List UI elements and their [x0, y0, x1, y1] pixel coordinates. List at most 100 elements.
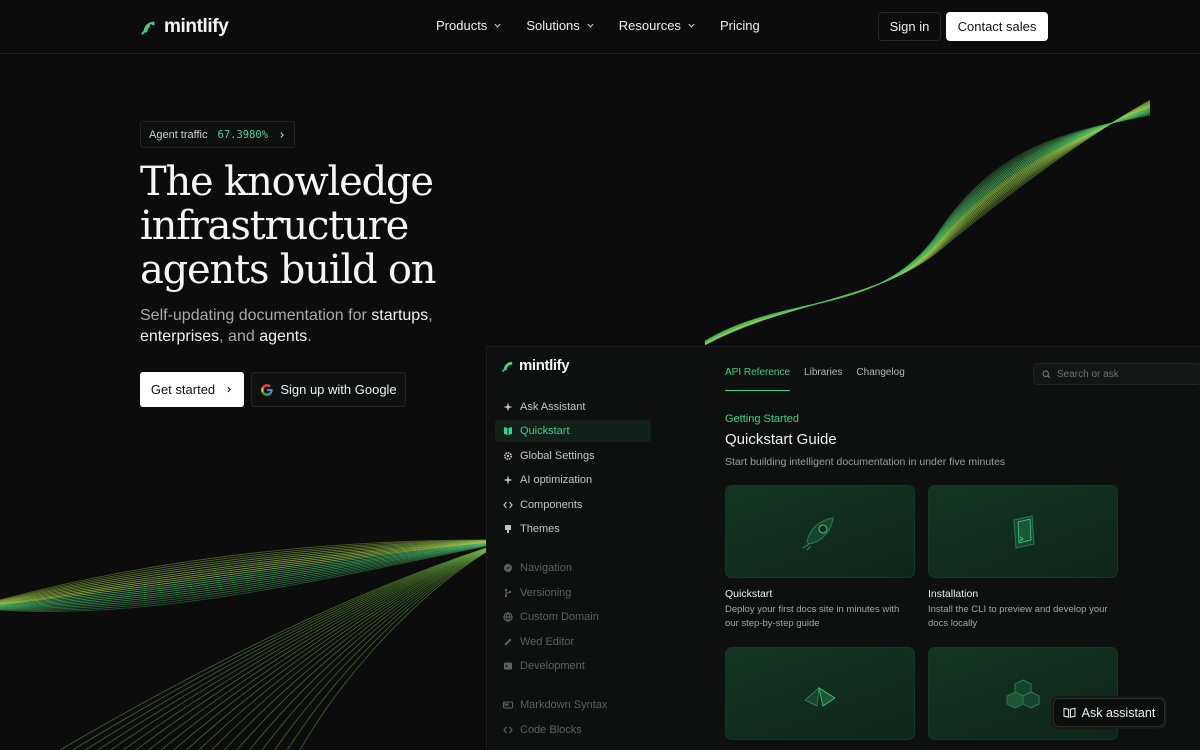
- sidebar-item-quickstart[interactable]: Quickstart: [495, 420, 651, 442]
- sidebar-item-global-settings[interactable]: Global Settings: [495, 445, 651, 467]
- sidebar-item-versioning[interactable]: Versioning: [495, 582, 651, 604]
- sidebar-item-label: Quickstart: [520, 425, 570, 437]
- agent-traffic-pill[interactable]: Agent traffic 67.3980%: [140, 121, 296, 148]
- agent-traffic-value: 67.3980%: [217, 128, 269, 141]
- sidebar-item-label: Markdown Syntax: [520, 699, 608, 711]
- sign-in-button[interactable]: Sign in: [878, 12, 941, 41]
- sidebar-item-components[interactable]: Components: [495, 494, 651, 516]
- ask-assistant-button[interactable]: Ask assistant: [1053, 698, 1165, 727]
- preview-tabs: API Reference Libraries Changelog: [725, 367, 905, 391]
- sidebar-item-custom-domain[interactable]: Custom Domain: [495, 606, 651, 628]
- nav-resources[interactable]: Resources: [619, 18, 696, 33]
- subtitle-startups: startups: [371, 307, 429, 324]
- chevron-down-icon: [688, 23, 695, 28]
- get-started-button[interactable]: Get started: [140, 372, 244, 407]
- top-navigation: mintlify Products Solutions Resources Pr…: [0, 0, 1200, 54]
- sidebar-item-navigation[interactable]: Navigation: [495, 557, 651, 579]
- sidebar-item-label: Custom Domain: [520, 611, 599, 623]
- headline-line-3: agents build on: [140, 247, 437, 293]
- book-icon: [504, 427, 512, 435]
- main-menu: Products Solutions Resources Pricing: [436, 18, 760, 33]
- sidebar-item-label: Themes: [520, 523, 560, 535]
- rocket-icon: [802, 516, 834, 550]
- nav-pricing[interactable]: Pricing: [720, 18, 760, 33]
- agent-traffic-label: Agent traffic: [149, 128, 208, 141]
- sidebar-item-label: Development: [520, 660, 585, 672]
- headline-line-2: infrastructure: [140, 203, 409, 249]
- hero-subtitle: Self-updating documentation for startups…: [140, 305, 460, 347]
- card-shapes[interactable]: [725, 647, 915, 740]
- subtitle-text-4: .: [307, 328, 312, 345]
- mintlify-logo-icon: [141, 21, 155, 35]
- page-title: Quickstart Guide: [725, 431, 837, 448]
- sidebar-item-development[interactable]: Development: [495, 655, 651, 677]
- branch-icon: [504, 588, 512, 598]
- sidebar-item-label: Wed Editor: [520, 636, 575, 648]
- google-signup-button[interactable]: Sign up with Google: [251, 372, 406, 407]
- preview-brand-logo: mintlify: [501, 357, 570, 374]
- subtitle-agents: agents: [259, 328, 308, 345]
- search-placeholder: Search or ask: [1057, 368, 1119, 380]
- contact-sales-button[interactable]: Contact sales: [946, 12, 1048, 41]
- terminal-icon: [504, 662, 512, 670]
- google-signup-label: Sign up with Google: [280, 382, 397, 397]
- shapes-icon: [804, 686, 836, 707]
- subtitle-enterprises: enterprises: [140, 328, 220, 345]
- book-open-icon: [1063, 707, 1076, 718]
- pen-icon: [504, 638, 512, 646]
- sidebar-item-code-blocks[interactable]: Code Blocks: [495, 719, 651, 741]
- palette-icon: [505, 525, 511, 533]
- gear-icon: [503, 451, 513, 461]
- chevron-right-icon: [280, 131, 284, 138]
- sidebar-item-label: Components: [520, 499, 583, 511]
- sidebar-item-wed-editor[interactable]: Wed Editor: [495, 631, 651, 653]
- search-icon: [1042, 370, 1051, 378]
- mintlify-logo-icon: [501, 361, 513, 372]
- ask-assistant-label: Ask assistant: [1081, 705, 1156, 720]
- code-icon: [503, 501, 513, 509]
- card-installation[interactable]: [928, 485, 1118, 578]
- nav-resources-label: Resources: [618, 18, 681, 33]
- nav-products[interactable]: Products: [436, 18, 502, 33]
- chevron-down-icon: [587, 23, 594, 28]
- sidebar-item-label: Global Settings: [520, 450, 595, 462]
- tab-api-reference[interactable]: API Reference: [725, 367, 791, 391]
- markdown-icon: [503, 701, 513, 709]
- hero-headline: The knowledge infrastructure agents buil…: [140, 160, 560, 292]
- preview-brand-name: mintlify: [519, 357, 570, 374]
- sidebar-item-label: Code Blocks: [520, 724, 582, 736]
- sidebar-item-label: Ask Assistant: [520, 401, 586, 413]
- card-installation-title: Installation: [928, 588, 979, 600]
- brand-logo[interactable]: mintlify: [140, 16, 229, 38]
- chevron-down-icon: [494, 23, 501, 28]
- tab-changelog[interactable]: Changelog: [856, 367, 904, 391]
- sidebar-item-ask-assistant[interactable]: Ask Assistant: [495, 396, 651, 418]
- terminal-window-icon: [1013, 514, 1035, 549]
- sidebar-item-themes[interactable]: Themes: [495, 518, 651, 540]
- search-input[interactable]: Search or ask: [1033, 363, 1200, 385]
- nav-pricing-label: Pricing: [719, 18, 760, 33]
- headline-line-1: The knowledge: [140, 159, 434, 205]
- section-kicker: Getting Started: [725, 413, 799, 425]
- product-preview: mintlify Ask Assistant Quickstart Global S…: [486, 346, 1200, 750]
- nav-products-label: Products: [436, 18, 488, 33]
- nav-solutions-label: Solutions: [526, 18, 580, 33]
- subtitle-text-3: , and: [219, 328, 260, 345]
- sidebar-item-ai-optimization[interactable]: AI optimization: [495, 469, 651, 491]
- card-quickstart[interactable]: [725, 485, 915, 578]
- sidebar-item-label: AI optimization: [520, 474, 593, 486]
- compass-icon: [504, 564, 512, 572]
- card-quickstart-description: Deploy your first docs site in minutes w…: [725, 604, 900, 629]
- sidebar-item-markdown-syntax[interactable]: Markdown Syntax: [495, 694, 651, 716]
- sidebar-item-label: Navigation: [520, 562, 572, 574]
- card-quickstart-title: Quickstart: [725, 588, 773, 600]
- tab-libraries[interactable]: Libraries: [804, 367, 842, 391]
- google-icon: [261, 383, 273, 396]
- card-installation-description: Install the CLI to preview and develop y…: [928, 604, 1108, 629]
- get-started-label: Get started: [150, 382, 216, 397]
- preview-sidebar: mintlify Ask Assistant Quickstart Global S…: [487, 347, 657, 750]
- cubes-icon: [1006, 678, 1040, 709]
- subtitle-text-1: Self-updating documentation for: [140, 307, 372, 324]
- nav-solutions[interactable]: Solutions: [526, 18, 594, 33]
- sparkle-icon: [503, 475, 513, 485]
